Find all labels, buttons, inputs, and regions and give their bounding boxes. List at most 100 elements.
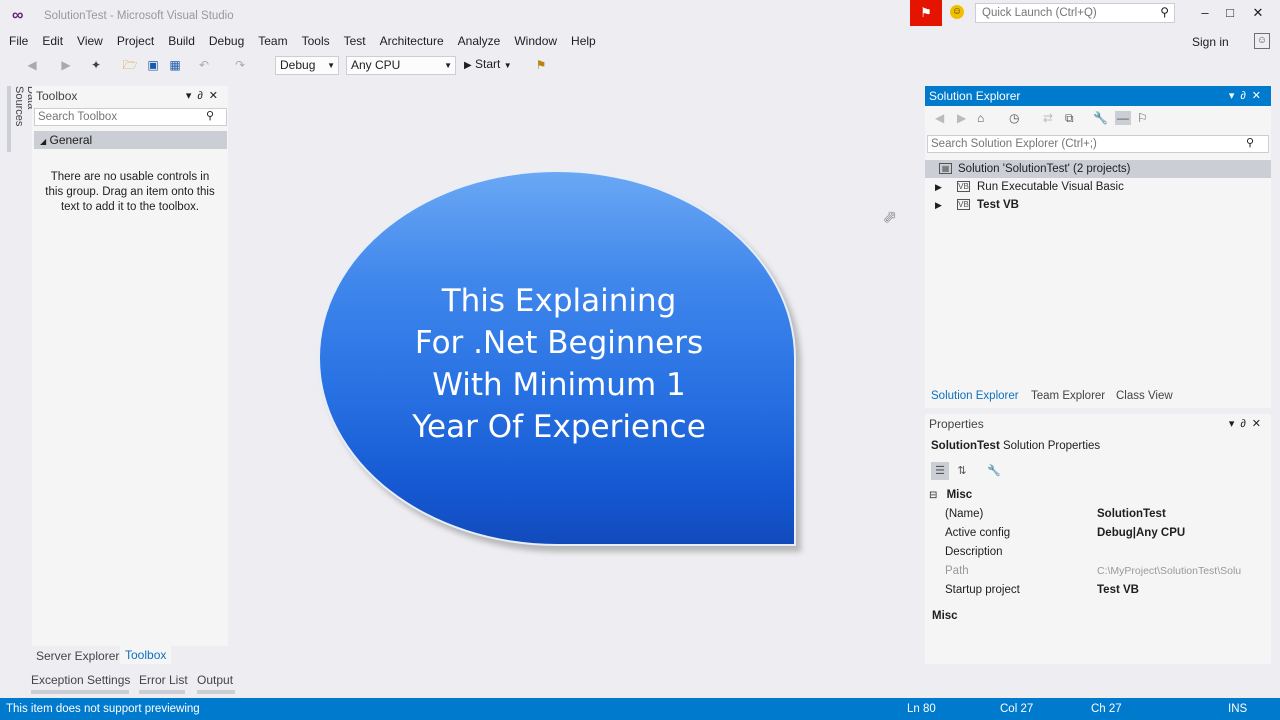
home-icon[interactable]: ⌂ (977, 111, 984, 125)
save-icon[interactable]: ▣ (145, 57, 161, 73)
navigate-back-icon[interactable]: ◀ (24, 57, 40, 73)
forward-icon[interactable]: ▶ (957, 111, 966, 125)
property-pages-wrench-icon[interactable]: 🔧 (985, 462, 1003, 480)
menu-window[interactable]: Window (507, 31, 564, 51)
start-label: Start (475, 57, 501, 71)
expand-arrow-icon[interactable]: ▶ (935, 196, 942, 214)
history-icon[interactable]: ◷ (1009, 111, 1019, 125)
back-icon[interactable]: ◀ (935, 111, 944, 125)
tab-output[interactable]: Output (197, 673, 233, 687)
menu-edit[interactable]: Edit (35, 31, 70, 51)
tab-divider (139, 690, 185, 694)
start-debugging-button[interactable]: ▶ Start ▼ (464, 57, 512, 71)
tab-error-list[interactable]: Error List (139, 673, 188, 687)
chevron-down-icon[interactable]: ▾ (1229, 418, 1241, 430)
save-all-icon[interactable]: ▦ (167, 57, 183, 73)
menu-architecture[interactable]: Architecture (373, 31, 451, 51)
navigate-forward-icon[interactable]: ▶ (58, 57, 74, 73)
pin-icon[interactable]: ∂ (1240, 90, 1251, 102)
vb-project-icon: VB (957, 181, 970, 192)
sync-icon[interactable]: ⇄ (1043, 111, 1053, 125)
notification-flag-icon[interactable]: ⚑ (910, 0, 942, 26)
status-bar: This item does not support previewing Ln… (0, 698, 1280, 720)
chevron-down-icon[interactable]: ▾ (186, 90, 198, 102)
properties-panel: Properties ▾∂✕ SolutionTest Solution Pro… (925, 414, 1271, 664)
property-row[interactable]: Description (945, 543, 1271, 562)
window-title: SolutionTest - Microsoft Visual Studio (44, 10, 234, 22)
toolbox-search-input[interactable] (35, 109, 201, 125)
tree-item-label: Solution 'SolutionTest' (2 projects) (958, 163, 1131, 175)
solution-platform-value: Any CPU (351, 58, 401, 72)
menu-team[interactable]: Team (251, 31, 294, 51)
property-row[interactable]: Startup project Test VB (945, 581, 1271, 600)
close-window-button[interactable]: ✕ (1243, 4, 1273, 22)
pin-icon[interactable]: ∂ (197, 90, 208, 102)
status-char: Ch 27 (1091, 703, 1122, 715)
quick-launch-box[interactable]: ⚲ (975, 3, 1175, 23)
property-name: Startup project (945, 584, 1020, 596)
undo-icon[interactable]: ↶ (196, 57, 212, 73)
properties-object-selector[interactable]: SolutionTest Solution Properties (931, 440, 1100, 452)
menu-build[interactable]: Build (161, 31, 202, 51)
feedback-smiley-icon[interactable]: ☺ (950, 5, 964, 19)
redo-icon[interactable]: ↷ (232, 57, 248, 73)
tree-item-project[interactable]: ▶ VB Test VB (925, 196, 1271, 214)
solution-platform-dropdown[interactable]: Any CPU ▼ (346, 56, 456, 75)
chevron-down-icon[interactable]: ▾ (1229, 90, 1241, 102)
preview-selected-icon[interactable]: — (1115, 111, 1131, 125)
menu-test[interactable]: Test (337, 31, 373, 51)
solution-explorer-search-input[interactable] (928, 136, 1234, 152)
visual-studio-logo-icon: ∞ (12, 7, 24, 24)
property-row[interactable]: Active config Debug|Any CPU (945, 524, 1271, 543)
solution-explorer-title: Solution Explorer (929, 89, 1021, 103)
tree-item-solution[interactable]: ▦ Solution 'SolutionTest' (2 projects) (925, 160, 1271, 178)
pin-icon[interactable]: ∂ (1240, 418, 1251, 430)
class-diagram-icon[interactable]: ⚐ (1137, 111, 1148, 125)
bubble-line: This Explaining (441, 283, 677, 319)
toolbox-search-box[interactable]: ⚲ (34, 108, 227, 126)
categorized-icon[interactable]: ☰ (931, 462, 949, 480)
property-row[interactable]: Path C:\MyProject\SolutionTest\Solu (945, 562, 1271, 581)
solution-explorer-search-box[interactable]: ⚲ (927, 135, 1269, 153)
tab-class-view[interactable]: Class View (1116, 390, 1173, 402)
account-icon[interactable]: ☺ (1254, 33, 1270, 49)
property-row[interactable]: (Name) SolutionTest (945, 505, 1271, 524)
properties-wrench-icon[interactable]: 🔧 (1093, 111, 1108, 125)
tab-exception-settings[interactable]: Exception Settings (31, 673, 130, 687)
menu-tools[interactable]: Tools (295, 31, 337, 51)
search-icon: ⚲ (1160, 5, 1169, 19)
properties-object-type: Solution Properties (1002, 440, 1101, 452)
toolbox-group-general[interactable]: ◢ General (34, 131, 227, 149)
chevron-down-icon: ▼ (503, 61, 512, 70)
menu-analyze[interactable]: Analyze (451, 31, 508, 51)
alphabetical-icon[interactable]: ⇅ (953, 462, 971, 480)
sign-in-link[interactable]: Sign in (1192, 35, 1229, 49)
close-icon[interactable]: ✕ (1252, 90, 1267, 102)
close-icon[interactable]: ✕ (209, 90, 224, 102)
open-file-icon[interactable]: 🗁 (122, 57, 138, 73)
panel-controls: ▾∂✕ (1229, 414, 1267, 434)
tab-solution-explorer[interactable]: Solution Explorer (931, 390, 1019, 402)
property-category[interactable]: ⊟ Misc (929, 489, 972, 501)
collapse-all-icon[interactable]: ⧉ (1065, 111, 1074, 126)
panel-controls: ▾∂✕ (186, 86, 224, 106)
menu-file[interactable]: File (0, 31, 35, 51)
solution-configuration-value: Debug (280, 58, 316, 72)
vb-project-icon: VB (957, 199, 970, 210)
close-icon[interactable]: ✕ (1252, 418, 1267, 430)
new-project-icon[interactable]: ✦ (88, 57, 104, 73)
find-in-files-icon[interactable]: ⚑ (533, 57, 549, 73)
tab-toolbox[interactable]: Toolbox (120, 646, 172, 664)
menu-debug[interactable]: Debug (202, 31, 251, 51)
menu-help[interactable]: Help (564, 31, 603, 51)
solution-configuration-dropdown[interactable]: Debug ▼ (275, 56, 339, 75)
expand-arrow-icon[interactable]: ▶ (935, 178, 942, 196)
tree-item-project[interactable]: ▶ VB Run Executable Visual Basic (925, 178, 1271, 196)
tab-server-explorer[interactable]: Server Explorer (36, 649, 119, 663)
tab-team-explorer[interactable]: Team Explorer (1031, 390, 1105, 402)
quick-launch-input[interactable] (976, 4, 1158, 22)
collapse-box-icon[interactable]: ⊟ (929, 490, 937, 501)
menu-view[interactable]: View (70, 31, 110, 51)
maximize-button[interactable]: □ (1215, 4, 1245, 22)
menu-project[interactable]: Project (110, 31, 161, 51)
